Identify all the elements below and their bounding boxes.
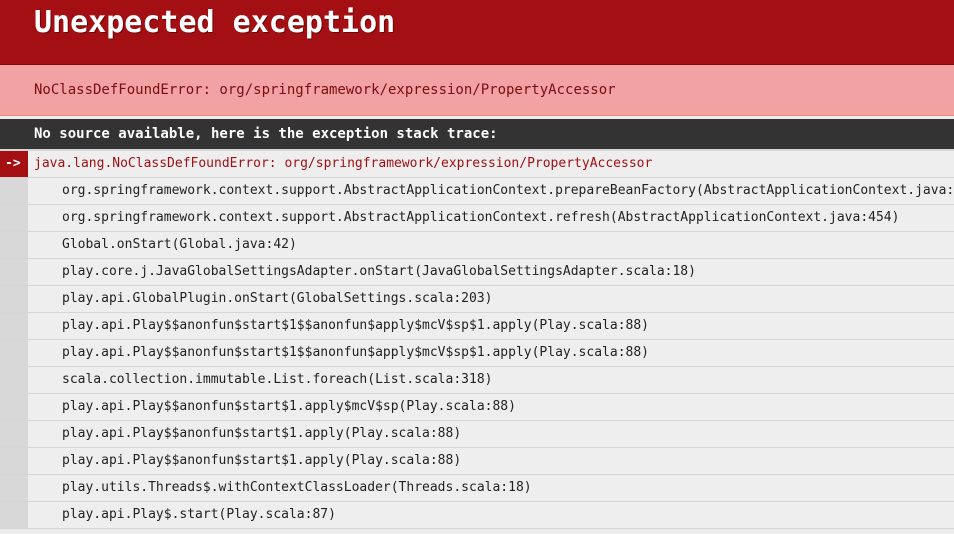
stack-trace-frame: play.api.Play$$anonfun$start$1.apply(Pla…: [62, 453, 462, 468]
line-gutter: [0, 313, 28, 339]
line-gutter: [0, 259, 28, 285]
stack-trace-line: play.utils.Threads$.withContextClassLoad…: [0, 475, 954, 502]
line-gutter: [0, 286, 28, 312]
stack-trace-line: play.api.Play$$anonfun$start$1.apply(Pla…: [0, 448, 954, 475]
stack-trace-frame: org.springframework.context.support.Abst…: [62, 210, 900, 225]
error-message: NoClassDefFoundError: org/springframewor…: [34, 82, 616, 98]
stack-trace-frame: java.lang.NoClassDefFoundError: org/spri…: [34, 156, 653, 171]
line-gutter: [0, 340, 28, 366]
stack-trace-frame: play.utils.Threads$.withContextClassLoad…: [62, 480, 532, 495]
stack-trace-line: play.api.Play$$anonfun$start$1$$anonfun$…: [0, 313, 954, 340]
line-gutter: [0, 232, 28, 258]
line-gutter: [0, 394, 28, 420]
stack-trace-frame: play.api.Play$$anonfun$start$1$$anonfun$…: [62, 345, 649, 360]
page-header: Unexpected exception: [0, 0, 954, 65]
stack-trace-frame: play.core.j.JavaGlobalSettingsAdapter.on…: [62, 264, 696, 279]
line-gutter: [0, 502, 28, 528]
stack-trace-frame: org.springframework.context.support.Abst…: [62, 183, 954, 198]
stack-trace-line: play.api.Play$$anonfun$start$1$$anonfun$…: [0, 340, 954, 367]
source-notice: No source available, here is the excepti…: [34, 126, 498, 142]
stack-trace-line: play.api.GlobalPlugin.onStart(GlobalSett…: [0, 286, 954, 313]
stack-trace-line: play.core.j.JavaGlobalSettingsAdapter.on…: [0, 259, 954, 286]
stack-trace-line: org.springframework.context.support.Abst…: [0, 178, 954, 205]
line-gutter: [0, 205, 28, 231]
stack-trace: -> java.lang.NoClassDefFoundError: org/s…: [0, 149, 954, 529]
stack-trace-line: Global.onStart(Global.java:42): [0, 232, 954, 259]
page-title: Unexpected exception: [34, 5, 396, 40]
stack-trace-frame: play.api.Play$.start(Play.scala:87): [62, 507, 336, 522]
stack-trace-line-current: -> java.lang.NoClassDefFoundError: org/s…: [0, 151, 954, 178]
source-notice-bar: No source available, here is the excepti…: [0, 119, 954, 149]
stack-trace-frame: play.api.GlobalPlugin.onStart(GlobalSett…: [62, 291, 493, 306]
line-gutter: [0, 448, 28, 474]
current-line-arrow-icon: ->: [5, 156, 21, 171]
error-message-box: NoClassDefFoundError: org/springframewor…: [0, 65, 954, 116]
stack-trace-line: play.api.Play$$anonfun$start$1.apply(Pla…: [0, 421, 954, 448]
line-gutter: [0, 178, 28, 204]
stack-trace-frame: play.api.Play$$anonfun$start$1$$anonfun$…: [62, 318, 649, 333]
line-gutter: [0, 475, 28, 501]
stack-trace-line: scala.collection.immutable.List.foreach(…: [0, 367, 954, 394]
line-gutter: [0, 367, 28, 393]
stack-trace-frame: Global.onStart(Global.java:42): [62, 237, 297, 252]
stack-trace-frame: scala.collection.immutable.List.foreach(…: [62, 372, 493, 387]
stack-trace-line: org.springframework.context.support.Abst…: [0, 205, 954, 232]
line-gutter: [0, 421, 28, 447]
stack-trace-frame: play.api.Play$$anonfun$start$1.apply$mcV…: [62, 399, 516, 414]
stack-trace-line: play.api.Play$.start(Play.scala:87): [0, 502, 954, 529]
stack-trace-frame: play.api.Play$$anonfun$start$1.apply(Pla…: [62, 426, 462, 441]
stack-trace-line: play.api.Play$$anonfun$start$1.apply$mcV…: [0, 394, 954, 421]
